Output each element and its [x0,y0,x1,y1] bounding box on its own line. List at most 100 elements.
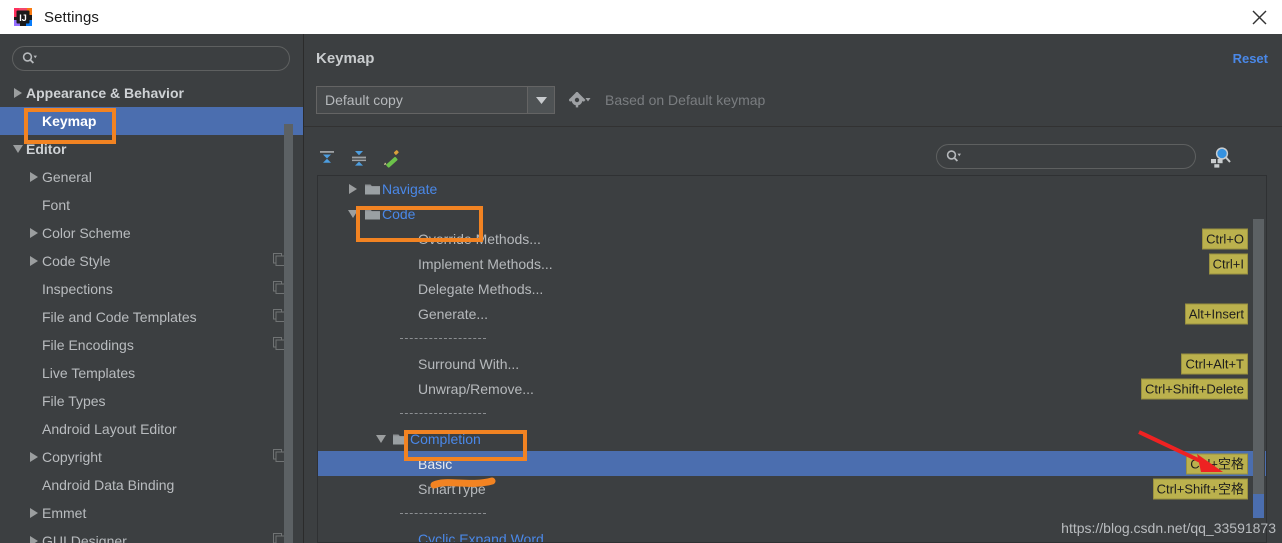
shortcut-badge: Ctrl+O [1202,228,1248,249]
tree-action-label: Implement Methods... [418,255,553,272]
sidebar-item-file-encodings[interactable]: File Encodings [0,331,303,359]
shortcut-badge: Ctrl+空格 [1186,453,1248,474]
svg-text:IJ: IJ [19,13,27,23]
reset-link[interactable]: Reset [1233,51,1268,66]
tree-group-label: Completion [410,430,481,447]
sidebar-item-gui-designer[interactable]: GUI Designer [0,527,303,543]
tree-action-unwrap-remove[interactable]: Unwrap/Remove... Ctrl+Shift+Delete [318,376,1266,401]
tree-action-label: Delegate Methods... [418,280,544,297]
chevron-right-icon[interactable] [26,256,42,266]
tree-action-generate[interactable]: Generate... Alt+Insert [318,301,1266,326]
sidebar-item-code-style[interactable]: Code Style [0,247,303,275]
gear-dropdown-icon[interactable] [569,92,591,108]
tree-action-basic[interactable]: Basic Ctrl+空格 [318,451,1266,476]
keymap-panel: Keymap Reset Default copy Based on Defau… [304,34,1282,543]
sidebar-item-label: General [42,169,92,185]
tree-group-label: Code [382,205,416,222]
sidebar-scrollbar-track[interactable] [284,79,298,543]
collapse-all-icon[interactable] [344,143,374,173]
sidebar-item-keymap[interactable]: Keymap [0,107,303,135]
tree-group-code[interactable]: Code [318,201,1266,226]
keymap-tree-scrollbar-thumb[interactable] [1253,219,1264,494]
page-title: Keymap [316,50,375,67]
chevron-down-icon[interactable] [372,434,390,443]
sidebar-item-android-layout-editor[interactable]: Android Layout Editor [0,415,303,443]
sidebar-item-color-scheme[interactable]: Color Scheme [0,219,303,247]
shortcut-badge: Ctrl+Shift+Delete [1141,378,1248,399]
intellij-idea-icon: IJ [14,8,32,26]
tree-separator [318,401,1266,426]
sidebar-item-label: Code Style [42,253,111,269]
tree-action-label: SmartType [418,480,486,497]
tree-action-label: Surround With... [418,355,520,372]
chevron-right-icon[interactable] [26,452,42,462]
sidebar-item-live-templates[interactable]: Live Templates [0,359,303,387]
chevron-right-icon[interactable] [26,228,42,238]
keymap-selector-row: Default copy Based on Default keymap [316,86,765,114]
tree-action-label: Basic [418,455,453,472]
keymap-search-input[interactable] [961,149,1195,164]
keymap-select[interactable]: Default copy [316,86,555,114]
keymap-search-box[interactable] [936,144,1196,169]
tree-action-label: Cyclic Expand Word [418,530,544,543]
tree-group-completion[interactable]: Completion [318,426,1266,451]
sidebar-item-label: Live Templates [42,365,136,381]
sidebar-item-label: File Encodings [42,337,134,353]
tree-group-label: Navigate [382,180,438,197]
sidebar-item-editor[interactable]: Editor [0,135,303,163]
keymap-toolbar [304,139,1282,177]
tree-action-surround-with[interactable]: Surround With... Ctrl+Alt+T [318,351,1266,376]
sidebar-item-label: GUI Designer [42,533,127,543]
sidebar-item-label: Copyright [42,449,102,465]
chevron-right-icon[interactable] [26,536,42,543]
search-icon [22,52,37,65]
keymap-tree-scrollbar-selection-marker [1253,494,1264,518]
close-icon[interactable] [1236,0,1282,34]
chevron-right-icon[interactable] [10,88,26,98]
sidebar-item-file-and-code-templates[interactable]: File and Code Templates [0,303,303,331]
sidebar-search-input[interactable] [37,51,289,66]
sidebar-item-inspections[interactable]: Inspections [0,275,303,303]
sidebar-item-copyright[interactable]: Copyright [0,443,303,471]
chevron-right-icon[interactable] [26,172,42,182]
tree-action-delegate-methods[interactable]: Delegate Methods... [318,276,1266,301]
chevron-down-icon[interactable] [344,209,362,218]
sidebar-item-label: Emmet [42,505,87,521]
sidebar-search-box[interactable] [12,46,290,71]
tree-action-smarttype[interactable]: SmartType Ctrl+Shift+空格 [318,476,1266,501]
sidebar-item-appearance-behavior[interactable]: Appearance & Behavior [0,79,303,107]
sidebar-item-file-types[interactable]: File Types [0,387,303,415]
folder-icon [390,433,410,445]
sidebar-item-label: Android Layout Editor [42,421,177,437]
tree-group-navigate[interactable]: Navigate [318,176,1266,201]
sidebar-item-android-data-binding[interactable]: Android Data Binding [0,471,303,499]
tree-action-implement-methods[interactable]: Implement Methods... Ctrl+I [318,251,1266,276]
based-on-label: Based on Default keymap [605,92,766,108]
keymap-action-tree[interactable]: Navigate Code Override Methods... Ctrl+O Imp… [317,175,1267,543]
title-bar: IJ Settings [0,0,1282,34]
sidebar-item-label: Inspections [42,281,113,297]
sidebar-item-emmet[interactable]: Emmet [0,499,303,527]
folder-icon [362,183,382,195]
separator-line [400,338,486,339]
watermark-url: https://blog.csdn.net/qq_33591873 [1061,520,1276,536]
window-title: Settings [44,8,99,26]
chevron-right-icon[interactable] [26,508,42,518]
tree-action-override-methods[interactable]: Override Methods... Ctrl+O [318,226,1266,251]
chevron-down-icon[interactable] [10,145,26,153]
tree-action-label: Generate... [418,305,489,322]
sidebar-item-label: Editor [26,141,67,157]
sidebar-scrollbar-thumb[interactable] [284,124,293,543]
sidebar-item-label: File Types [42,393,106,409]
sidebar-item-general[interactable]: General [0,163,303,191]
keymap-tree-scrollbar-track[interactable] [1253,177,1265,542]
find-by-shortcut-icon[interactable] [1208,145,1234,169]
pencil-edit-icon[interactable] [376,143,406,173]
sidebar-item-label: Android Data Binding [42,477,175,493]
chevron-down-icon[interactable] [527,87,554,113]
chevron-right-icon[interactable] [344,183,362,194]
settings-category-tree[interactable]: Appearance & Behavior Keymap Editor General… [0,79,303,543]
sidebar-item-font[interactable]: Font [0,191,303,219]
settings-body: Appearance & Behavior Keymap Editor General… [0,34,1282,543]
expand-all-icon[interactable] [312,143,342,173]
